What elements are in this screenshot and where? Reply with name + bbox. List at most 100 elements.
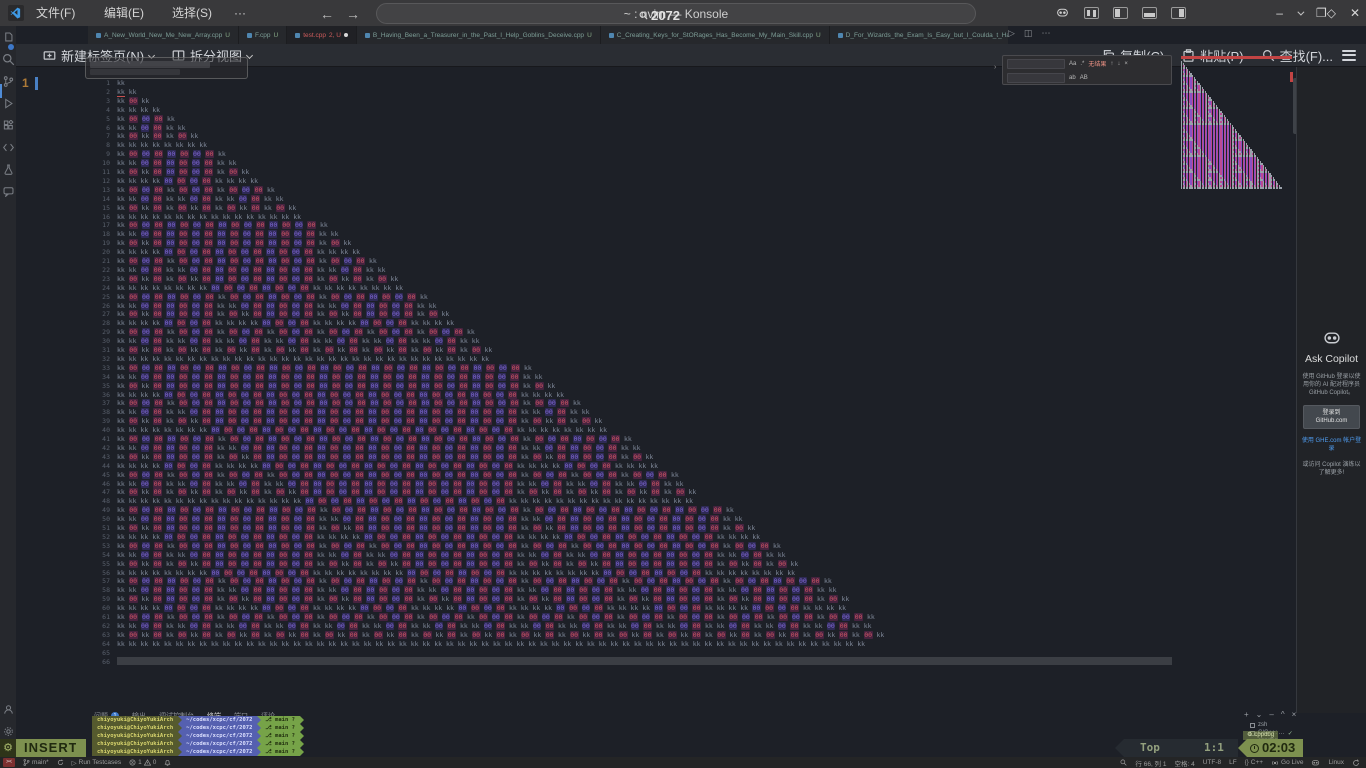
nav-back-icon[interactable]: ← (320, 2, 334, 26)
maximize-panel-icon[interactable]: ^ (1281, 710, 1285, 719)
cpp-file-icon (295, 33, 300, 38)
statusline-gear-icon: ⚙ (0, 739, 16, 757)
copilot-face-icon (1321, 330, 1343, 347)
run-testcases-item[interactable]: ▷ Run Testcases (72, 759, 122, 767)
statusbar-item-6[interactable]: Linux (1328, 759, 1344, 766)
modified-dot-icon (344, 33, 348, 37)
editor-tab-4[interactable]: C_Creating_Keys_for_StORages_Has_Become_… (601, 26, 830, 44)
activity-accent (0, 84, 2, 98)
copilot-panel-title: Ask Copilot (1297, 353, 1366, 365)
statusbar-item-5[interactable]: Go Live (1271, 759, 1303, 767)
run-file-icon[interactable]: ▷ (1008, 28, 1015, 39)
source-control-icon[interactable] (0, 70, 16, 92)
copilot-intro-text: 使用 GitHub 登录以使用你的 AI 配对程序员 GitHub Copilo… (1297, 373, 1366, 397)
extensions-icon[interactable] (0, 114, 16, 136)
editor-tab-5[interactable]: D_For_Wizards_the_Exam_Is_Easy_but_I_Cou… (830, 26, 1008, 44)
find-close-icon[interactable]: × (1124, 61, 1128, 67)
editor-tab-0[interactable]: A_New_World_New_Me_New_Array.cppU (88, 26, 239, 44)
activity-bar (0, 26, 16, 757)
find-toggle-chevron-icon[interactable]: › (994, 64, 996, 71)
statusline-arrow (1238, 739, 1247, 757)
desktop: 文件(F) 编辑(E) 选择(S) ··· ← → ~ : nvim — Kon… (0, 0, 1366, 768)
check-icon: ✓ (1288, 730, 1293, 737)
problems-item[interactable]: 1 0 (129, 759, 156, 766)
terminal-list-item[interactable]: zsh (1250, 721, 1293, 729)
nvim-cursorline (117, 657, 1172, 665)
bell-icon[interactable] (164, 759, 171, 766)
refresh-icon[interactable] (1352, 759, 1360, 767)
search-icon[interactable] (0, 48, 16, 70)
minimize-button[interactable]: – (1276, 6, 1283, 20)
customize-layout-icon[interactable] (1084, 7, 1099, 19)
find-prev-icon[interactable]: ↑ (1110, 61, 1113, 67)
menu-edit[interactable]: 编辑(E) (96, 0, 152, 26)
paste-icon (1182, 49, 1195, 62)
account-icon[interactable] (0, 698, 16, 720)
nav-forward-icon[interactable]: → (346, 2, 360, 26)
replace-one-icon[interactable]: ab (1069, 75, 1076, 81)
toggle-sidebar-icon[interactable] (1113, 7, 1128, 19)
statusline-arrow (76, 739, 85, 757)
error-icon (129, 759, 136, 766)
konsole-maximize-chevron-icon[interactable] (1297, 8, 1304, 15)
command-center[interactable]: ~ : nvim — Konsole 2072 (376, 3, 976, 24)
copilot-ghe-link[interactable]: 使用 GHE.com 帐户登录 (1297, 437, 1366, 453)
split-editor-icon[interactable]: ◫ (1024, 28, 1033, 39)
search-icon[interactable] (1120, 759, 1127, 766)
editor-tab-strip: A_New_World_New_Me_New_Array.cppUF.cppUt… (88, 26, 1008, 44)
find-input[interactable] (1007, 59, 1065, 69)
match-case-icon[interactable]: Aa (1069, 61, 1076, 67)
restore-button[interactable]: ❐◇ (1316, 6, 1336, 20)
editor-tab-2[interactable]: test.cpp2, U (287, 26, 357, 44)
close-button[interactable]: ✕ (1350, 6, 1360, 20)
shell-prompt-row: chiyoyuki@ChiyoYukiArch~/codes/xcpc/cf/2… (92, 724, 304, 732)
warning-icon (144, 759, 151, 766)
menu-more[interactable]: ··· (226, 0, 254, 26)
run-and-debug-icon[interactable] (0, 92, 16, 114)
git-branch-item[interactable]: main* (23, 759, 49, 766)
copilot-status-icon[interactable] (1311, 759, 1320, 767)
explorer-badge (8, 44, 14, 50)
editor-tab-3[interactable]: B_Having_Been_a_Treasurer_in_the_Past_I_… (357, 26, 601, 44)
cpp-file-icon (96, 33, 101, 38)
cpp-file-icon (247, 33, 252, 38)
statusbar-item-3[interactable]: LF (1229, 759, 1237, 766)
replace-all-icon[interactable]: AB (1080, 75, 1088, 81)
close-panel-icon[interactable]: × (1292, 710, 1297, 719)
testing-icon[interactable] (0, 158, 16, 180)
remote-indicator[interactable]: >< (3, 758, 15, 767)
more-actions-icon[interactable]: ⋯ (1041, 28, 1050, 39)
chat-icon[interactable] (0, 180, 16, 202)
sync-icon[interactable] (57, 759, 64, 766)
titlebar: 文件(F) 编辑(E) 选择(S) ··· ← → ~ : nvim — Kon… (0, 0, 1366, 26)
toggle-secondary-sidebar-icon[interactable] (1171, 7, 1186, 19)
find-next-icon[interactable]: ↓ (1117, 61, 1120, 67)
minimap[interactable] (1181, 61, 1293, 191)
toggle-panel-icon[interactable] (1142, 7, 1157, 19)
regex-icon[interactable]: .* (1080, 61, 1084, 67)
statusbar-item-2[interactable]: UTF-8 (1203, 759, 1221, 766)
menu-file[interactable]: 文件(F) (28, 0, 83, 26)
panel-actions: + ⌄ – ^ × (1244, 710, 1296, 719)
find-results: 无结果 (1088, 59, 1106, 68)
branch-icon (23, 759, 30, 766)
background-editor-caret (35, 77, 38, 90)
replace-input[interactable] (1007, 73, 1065, 83)
new-terminal-icon[interactable]: + (1244, 710, 1249, 719)
minimize-panel-icon[interactable]: – (1269, 710, 1273, 719)
shell-prompt-row: chiyoyuki@ChiyoYukiArch~/codes/xcpc/cf/2… (92, 740, 304, 748)
statusbar-item-4[interactable]: {}C++ (1245, 759, 1263, 766)
copilot-walkthrough-text[interactable]: 或访问 Copilot 演练以了解更多! (1297, 461, 1366, 477)
statusbar-item-1[interactable]: 空格: 4 (1174, 758, 1194, 768)
remote-explorer-icon[interactable] (0, 136, 16, 158)
statusbar-item-0[interactable]: 行 66, 列 1 (1135, 758, 1166, 768)
copilot-icon[interactable] (1055, 7, 1070, 19)
terminal-icon (1250, 723, 1255, 728)
search-icon (639, 11, 648, 20)
copilot-signin-button[interactable]: 登录到 GitHub.com (1303, 405, 1360, 429)
shell-prompt-history: chiyoyuki@ChiyoYukiArch~/codes/xcpc/cf/2… (92, 716, 304, 756)
terminal-dropdown-icon[interactable]: ⌄ (1256, 710, 1263, 719)
editor-tab-1[interactable]: F.cppU (239, 26, 287, 44)
menu-select[interactable]: 选择(S) (164, 0, 220, 26)
konsole-menu-icon[interactable] (1342, 47, 1356, 63)
